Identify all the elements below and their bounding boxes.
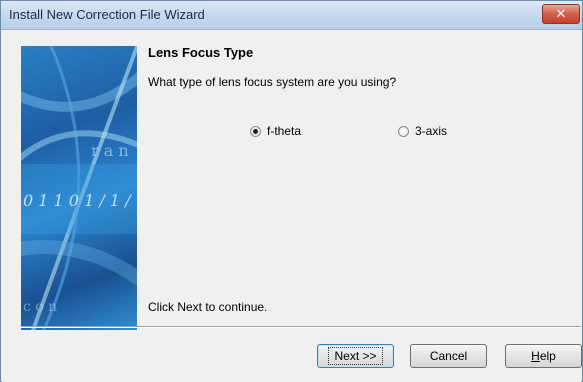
close-icon: ✕ [555, 6, 567, 22]
question-text: What type of lens focus system are you u… [148, 75, 397, 89]
title-bar[interactable]: Install New Correction File Wizard ✕ [1, 1, 582, 30]
cancel-button[interactable]: Cancel [410, 344, 487, 368]
window-title: Install New Correction File Wizard [9, 7, 205, 22]
next-button[interactable]: Next >> [317, 344, 394, 368]
radio-button-icon[interactable] [398, 125, 409, 137]
cancel-button-label: Cancel [429, 349, 468, 363]
banner-graphic: r a n 0 1 1 0 1 / 1 / c o n [21, 46, 137, 330]
instruction-text: Click Next to continue. [148, 300, 268, 314]
radio-button-selected-icon[interactable] [250, 125, 261, 137]
wizard-banner-image: r a n 0 1 1 0 1 / 1 / c o n [21, 46, 137, 330]
radio-label-f-theta: f-theta [267, 124, 302, 138]
help-button[interactable]: Help [505, 344, 582, 368]
help-accelerator: H [531, 349, 540, 363]
banner-text-1: r a n [91, 141, 129, 160]
wizard-content: r a n 0 1 1 0 1 / 1 / c o n Lens Focus T… [2, 30, 582, 382]
radio-f-theta[interactable]: f-theta [250, 124, 301, 138]
radio-3-axis[interactable]: 3-axis [398, 124, 447, 138]
next-button-label: Next >> [328, 347, 383, 365]
help-button-label: Help [531, 349, 556, 363]
wizard-window: Install New Correction File Wizard ✕ r a… [0, 0, 583, 382]
divider [21, 326, 581, 328]
radio-label-3-axis: 3-axis [415, 124, 448, 138]
page-heading: Lens Focus Type [148, 45, 254, 60]
banner-text-2: 0 1 1 0 1 / 1 / [23, 191, 132, 210]
close-button[interactable]: ✕ [542, 4, 580, 24]
help-label-rest: elp [539, 349, 556, 363]
banner-text-3: c o n [23, 299, 57, 315]
